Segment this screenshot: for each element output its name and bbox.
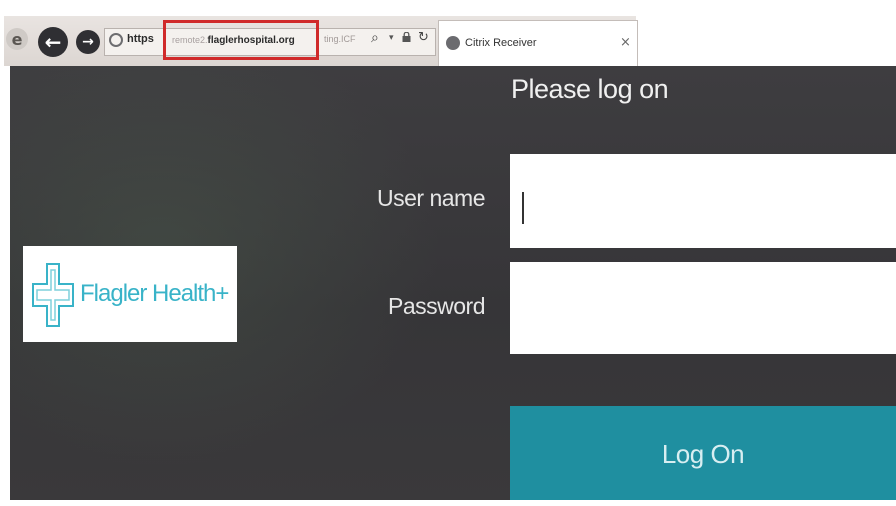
logo-text: Flagler Health+	[80, 280, 229, 307]
log-on-button[interactable]: Log On	[510, 406, 896, 502]
browser-chrome: e ← → https remote2. flaglerhospital.org…	[0, 0, 896, 67]
citrix-icon	[446, 36, 460, 50]
password-label: Password	[388, 293, 485, 319]
flagler-health-logo: Flagler Health+	[23, 246, 237, 342]
password-input[interactable]	[510, 262, 896, 354]
page-left-edge	[0, 66, 10, 506]
forward-arrow-icon[interactable]: →	[76, 30, 100, 54]
url-tail: ting.ICF	[324, 34, 356, 44]
ie-logo-icon: e	[6, 28, 28, 50]
url-host: flaglerhospital.org	[207, 34, 295, 46]
globe-icon	[109, 33, 123, 47]
search-icon[interactable]: ⌕	[371, 30, 379, 46]
back-arrow-icon[interactable]: ←	[38, 27, 68, 57]
close-icon[interactable]: ×	[620, 35, 631, 50]
username-input[interactable]	[510, 154, 896, 248]
url-highlight-box[interactable]: remote2. flaglerhospital.org	[163, 20, 319, 60]
tab-title[interactable]: Citrix Receiver	[465, 37, 537, 49]
dropdown-icon[interactable]: ▾	[389, 33, 394, 43]
url-subdomain: remote2.	[172, 35, 208, 45]
lock-icon[interactable]	[402, 32, 411, 42]
refresh-icon[interactable]: ↻	[418, 30, 429, 45]
url-scheme: https	[127, 33, 154, 45]
cross-logo-icon	[32, 263, 74, 327]
login-page: Please log on Flagler Health+ User name …	[0, 66, 896, 506]
username-label: User name	[377, 185, 485, 211]
page-bottom-edge	[0, 500, 896, 506]
page-title: Please log on	[511, 74, 669, 104]
text-caret	[522, 192, 524, 224]
